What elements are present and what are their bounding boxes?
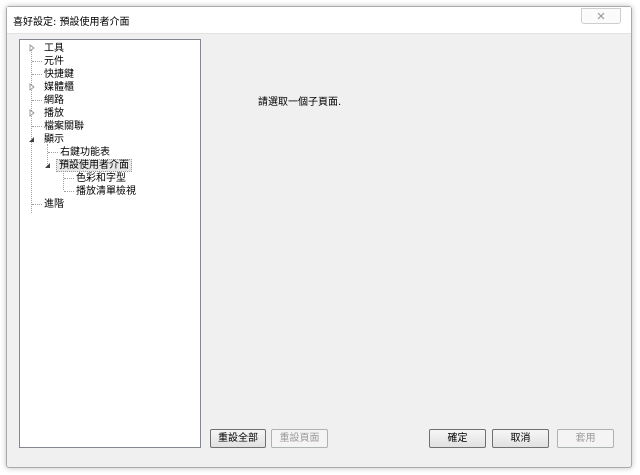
close-button[interactable] xyxy=(581,8,621,24)
preferences-tree[interactable]: 工具 元件 快捷鍵 媒體櫃 網路 播放 檔案關聯 顯示 右鍵功能表 預設使用者介… xyxy=(19,39,201,448)
select-subpage-message: 請選取一個子頁面. xyxy=(258,97,342,108)
tree-guide-line xyxy=(64,178,74,179)
tree-item-file-types[interactable]: 檔案關聯 xyxy=(42,120,86,133)
tree-item-advanced[interactable]: 進階 xyxy=(42,198,66,211)
tree-item-components[interactable]: 元件 xyxy=(42,55,66,68)
tree-item-default-ui[interactable]: 預設使用者介面 xyxy=(56,159,132,172)
apply-button[interactable]: 套用 xyxy=(557,429,614,448)
tree-guide-line xyxy=(64,191,74,192)
reset-page-button[interactable]: 重設頁面 xyxy=(271,429,328,448)
tree-guide-line xyxy=(32,61,42,62)
tree-item-playlist-view[interactable]: 播放清單檢視 xyxy=(74,185,138,198)
tree-item-shortcuts[interactable]: 快捷鍵 xyxy=(42,68,76,81)
tree-item-playback[interactable]: 播放 xyxy=(42,107,66,120)
collapse-arrow-icon[interactable] xyxy=(44,161,52,169)
close-icon xyxy=(597,12,605,20)
expand-arrow-icon[interactable] xyxy=(28,109,36,117)
tree-item-tools[interactable]: 工具 xyxy=(42,42,66,55)
tree-item-context-menu[interactable]: 右鍵功能表 xyxy=(58,146,112,159)
tree-guide-line xyxy=(31,48,32,213)
expand-arrow-icon[interactable] xyxy=(28,83,36,91)
tree-guide-line xyxy=(32,100,42,101)
cancel-button[interactable]: 取消 xyxy=(492,429,549,448)
reset-all-button[interactable]: 重設全部 xyxy=(210,429,266,448)
tree-item-media-library[interactable]: 媒體櫃 xyxy=(42,81,76,94)
window-title: 喜好設定: 預設使用者介面 xyxy=(13,17,130,28)
ok-button[interactable]: 確定 xyxy=(429,429,486,448)
tree-guide-line xyxy=(32,74,42,75)
tree-guide-line xyxy=(32,204,42,205)
tree-guide-line xyxy=(63,170,64,190)
tree-guide-line xyxy=(32,126,42,127)
tree-item-colors-fonts[interactable]: 色彩和字型 xyxy=(74,172,128,185)
tree-item-networking[interactable]: 網路 xyxy=(42,94,66,107)
tree-item-display[interactable]: 顯示 xyxy=(42,133,66,146)
title-bar: 喜好設定: 預設使用者介面 xyxy=(7,7,631,34)
expand-arrow-icon[interactable] xyxy=(28,44,36,52)
tree-guide-line xyxy=(48,152,58,153)
collapse-arrow-icon[interactable] xyxy=(28,135,36,143)
preferences-dialog: 喜好設定: 預設使用者介面 工具 元件 快捷鍵 媒體櫃 網路 播放 檔案關聯 顯… xyxy=(6,6,632,468)
